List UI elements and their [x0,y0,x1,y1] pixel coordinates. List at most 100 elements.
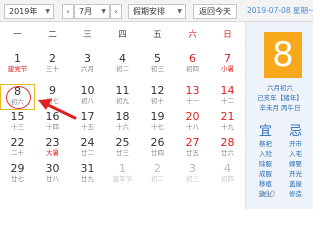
day-number: 21 [220,110,235,123]
day-number: 15 [10,110,25,123]
lunar-date: 六月初六 [267,84,293,92]
day-cell[interactable]: 31 廿九 [70,162,105,188]
yi-item: 成服 [259,170,272,178]
lunar-day-label: 初三 [186,175,199,183]
lunar-day-label: 十三 [11,123,24,131]
lunar-day-label: 建军节 [112,175,133,183]
ji-item: 盖屋 [289,180,302,188]
chevron-down-icon: ▼ [177,8,182,15]
day-cell[interactable]: 15 十三 [0,110,35,136]
day-cell[interactable]: 3 初三 [175,162,210,188]
day-cell[interactable]: 24 廿二 [70,136,105,162]
day-cell[interactable]: 2 初二 [140,162,175,188]
weekday-label: 日 [223,30,232,40]
day-cell[interactable]: 7 小暑 [210,52,245,78]
lunar-day-label: 初三 [151,65,164,73]
lunar-day-label: 廿七 [11,175,24,183]
yi-item: 除服 [259,160,272,168]
day-cell[interactable]: 18 十六 [105,110,140,136]
day-cell[interactable]: 17 十五 [70,110,105,136]
weekday-label: 六 [188,30,197,40]
weekday-label: 四 [118,30,127,40]
yi-label: 宜 [259,124,273,139]
day-number: 29 [10,162,25,175]
lunar-day-label: 十四 [46,123,59,131]
day-number: 1 [14,52,21,65]
day-number: 25 [115,136,130,149]
lunar-day-label: 十五 [81,123,94,131]
day-cell[interactable]: 21 十九 [210,110,245,136]
lunar-day-label: 六月 [81,65,94,73]
month-select[interactable]: 7月 ▼ [74,4,110,19]
yi-item: 入殓 [259,150,272,158]
day-cell[interactable]: 12 初十 [140,84,175,110]
day-cell[interactable]: 1 建党节 [0,52,35,78]
lunar-day-label: 初八 [81,97,94,105]
day-cell[interactable]: 14 十二 [210,84,245,110]
day-cell[interactable]: 5 初三 [140,52,175,78]
lunar-day-label: 廿九 [81,175,94,183]
current-date-header: 2019-07-08 星期一 [247,6,313,15]
day-number: 19 [150,110,165,123]
day-cell[interactable]: 23 大暑 [35,136,70,162]
ganzhi-month-day: 辛未月 丙午日 [259,104,301,112]
day-number: 20 [185,110,200,123]
weekday-label: 二 [48,30,57,40]
day-cell[interactable]: 10 初八 [70,84,105,110]
weekday-header-row: 一二三四五六日 [0,28,245,44]
day-cell[interactable]: 2 三十 [35,52,70,78]
lunar-day-label: 初九 [116,97,129,105]
prev-month-button[interactable]: ‹ [62,4,74,19]
day-cell[interactable]: 1 建军节 [105,162,140,188]
day-cell[interactable]: 11 初九 [105,84,140,110]
day-number: 30 [45,162,60,175]
chevron-down-icon: ▼ [101,8,106,15]
lunar-day-label: 十六 [116,123,129,131]
lunar-day-label: 初七 [46,97,59,105]
day-detail-panel: 8 六月初六 己亥年【猪年】 辛未月 丙午日 宜 忌 祭祀 入殓 除服 成服 移柩 破土 … [245,22,313,209]
day-cell[interactable]: 29 廿七 [0,162,35,188]
back-to-today-button[interactable]: 返回今天 [193,4,237,19]
lunar-day-label: 二十 [11,149,24,157]
day-cell[interactable]: 16 十四 [35,110,70,136]
day-cell-today[interactable]: 8 初六 [0,84,35,110]
day-number: 9 [49,84,56,97]
day-cell[interactable]: 30 廿八 [35,162,70,188]
lunar-day-label: 廿四 [151,149,164,157]
day-cell[interactable]: 6 初四 [175,52,210,78]
day-cell[interactable]: 28 廿六 [210,136,245,162]
day-number: 1 [119,162,126,175]
day-number: 11 [115,84,130,97]
ji-item: 入宅 [289,150,302,158]
lunar-day-label: 十八 [186,123,199,131]
weekday-label: 一 [13,30,22,40]
day-number: 17 [80,110,95,123]
day-cell[interactable]: 27 廿五 [175,136,210,162]
lunar-day-label: 廿六 [221,149,234,157]
day-number: 12 [150,84,165,97]
day-cell[interactable]: 25 廿三 [105,136,140,162]
day-cell[interactable]: 9 初七 [35,84,70,110]
day-cell[interactable]: 26 廿四 [140,136,175,162]
lunar-day-label: 十七 [151,123,164,131]
day-number: 13 [185,84,200,97]
year-select[interactable]: 2019年 ▼ [4,4,54,19]
today-ring [6,86,31,109]
day-cell[interactable]: 13 十一 [175,84,210,110]
lunar-day-label: 十一 [186,97,199,105]
day-number: 28 [220,136,235,149]
lunar-day-label: 初四 [186,65,199,73]
lunar-day-label: 廿五 [186,149,199,157]
day-number: 24 [80,136,95,149]
lunar-day-label: 建党节 [7,65,28,73]
holiday-select[interactable]: 假期安排 ▼ [128,4,186,19]
day-cell[interactable]: 22 二十 [0,136,35,162]
day-cell[interactable]: 20 十八 [175,110,210,136]
day-cell[interactable]: 4 初二 [105,52,140,78]
next-month-button[interactable]: › [110,4,122,19]
day-cell[interactable]: 3 六月 [70,52,105,78]
day-cell[interactable]: 19 十七 [140,110,175,136]
lunar-day-label: 廿二 [81,149,94,157]
day-cell[interactable]: 4 初四 [210,162,245,188]
day-number: 3 [84,52,91,65]
